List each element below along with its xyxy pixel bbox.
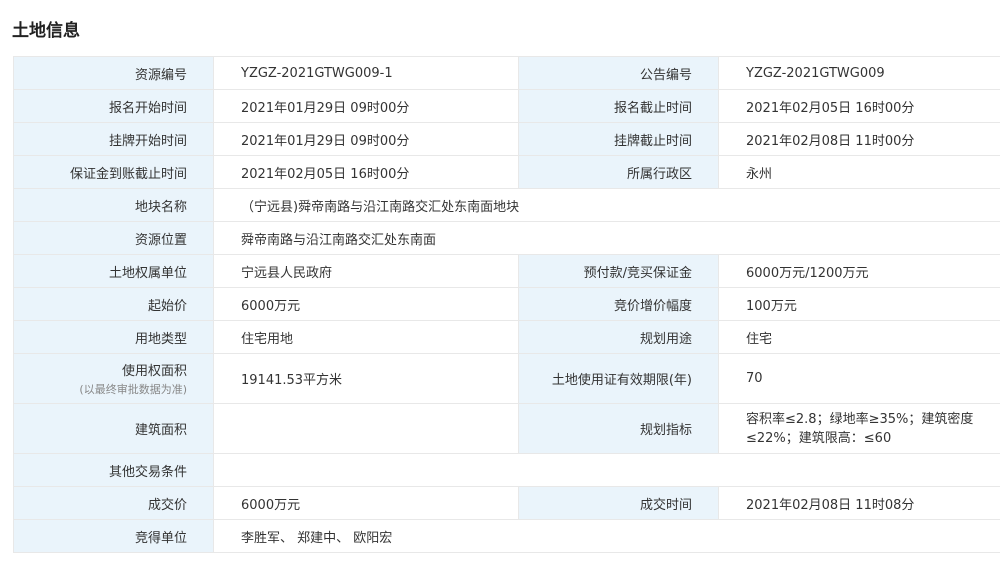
other-conditions-label: 其他交易条件 — [13, 453, 214, 487]
reg-start-value: 2021年01月29日 09时00分 — [213, 89, 519, 123]
table-row: 建筑面积 规划指标 容积率≤2.8；绿地率≥35%；建筑密度≤22%；建筑限高：… — [13, 403, 1000, 454]
deal-price-label: 成交价 — [13, 486, 214, 520]
reg-start-label: 报名开始时间 — [13, 89, 214, 123]
plot-name-label: 地块名称 — [13, 188, 214, 222]
term-label: 土地使用证有效期限(年) — [518, 353, 719, 404]
notice-no-label: 公告编号 — [518, 56, 719, 90]
district-label: 所属行政区 — [518, 155, 719, 189]
listing-start-value: 2021年01月29日 09时00分 — [213, 122, 519, 156]
winner-value: 李胜军、 郑建中、 欧阳宏 — [213, 519, 1000, 553]
start-price-label: 起始价 — [13, 287, 214, 321]
building-area-label: 建筑面积 — [13, 403, 214, 454]
deposit-value: 6000万元/1200万元 — [718, 254, 1000, 288]
owner-value: 宁远县人民政府 — [213, 254, 519, 288]
deal-time-label: 成交时间 — [518, 486, 719, 520]
deposit-label: 预付款/竞买保证金 — [518, 254, 719, 288]
table-row: 保证金到账截止时间 2021年02月05日 16时00分 所属行政区 永州 — [13, 155, 1000, 189]
deposit-deadline-label: 保证金到账截止时间 — [13, 155, 214, 189]
deal-time-value: 2021年02月08日 11时08分 — [718, 486, 1000, 520]
table-row: 挂牌开始时间 2021年01月29日 09时00分 挂牌截止时间 2021年02… — [13, 122, 1000, 156]
area-note: (以最终审批数据为准) — [79, 383, 187, 396]
reg-end-label: 报名截止时间 — [518, 89, 719, 123]
table-row: 报名开始时间 2021年01月29日 09时00分 报名截止时间 2021年02… — [13, 89, 1000, 123]
plot-name-value: （宁远县)舜帝南路与沿江南路交汇处东南面地块 — [213, 188, 1000, 222]
table-row: 地块名称 （宁远县)舜帝南路与沿江南路交汇处东南面地块 — [13, 188, 1000, 222]
resource-no-value: YZGZ-2021GTWG009-1 — [213, 56, 519, 90]
other-conditions-value — [213, 453, 1000, 487]
page-title: 土地信息 — [12, 21, 80, 41]
table-row: 竞得单位 李胜军、 郑建中、 欧阳宏 — [13, 519, 1000, 553]
notice-no-value: YZGZ-2021GTWG009 — [718, 56, 1000, 90]
planning-index-label: 规划指标 — [518, 403, 719, 454]
district-value: 永州 — [718, 155, 1000, 189]
deposit-deadline-value: 2021年02月05日 16时00分 — [213, 155, 519, 189]
deal-price-value: 6000万元 — [213, 486, 519, 520]
table-row: 资源位置 舜帝南路与沿江南路交汇处东南面 — [13, 221, 1000, 255]
listing-end-value: 2021年02月08日 11时00分 — [718, 122, 1000, 156]
term-value: 70 — [718, 353, 1000, 404]
table-row: 用地类型 住宅用地 规划用途 住宅 — [13, 320, 1000, 354]
area-value: 19141.53平方米 — [213, 353, 519, 404]
area-label: 使用权面积 — [121, 364, 187, 379]
table-row: 资源编号 YZGZ-2021GTWG009-1 公告编号 YZGZ-2021GT… — [13, 56, 1000, 90]
owner-label: 土地权属单位 — [13, 254, 214, 288]
planned-use-value: 住宅 — [718, 320, 1000, 354]
table-row: 其他交易条件 — [13, 453, 1000, 487]
resource-no-label: 资源编号 — [13, 56, 214, 90]
bid-increment-value: 100万元 — [718, 287, 1000, 321]
start-price-value: 6000万元 — [213, 287, 519, 321]
location-label: 资源位置 — [13, 221, 214, 255]
building-area-value — [213, 403, 519, 454]
listing-end-label: 挂牌截止时间 — [518, 122, 719, 156]
winner-label: 竞得单位 — [13, 519, 214, 553]
table-row: 成交价 6000万元 成交时间 2021年02月08日 11时08分 — [13, 486, 1000, 520]
table-row: 起始价 6000万元 竞价增价幅度 100万元 — [13, 287, 1000, 321]
bid-increment-label: 竞价增价幅度 — [518, 287, 719, 321]
reg-end-value: 2021年02月05日 16时00分 — [718, 89, 1000, 123]
table-row: 土地权属单位 宁远县人民政府 预付款/竞买保证金 6000万元/1200万元 — [13, 254, 1000, 288]
land-type-value: 住宅用地 — [213, 320, 519, 354]
planning-index-value: 容积率≤2.8；绿地率≥35%；建筑密度≤22%；建筑限高：≤60 — [718, 403, 1000, 454]
table-row: 使用权面积 (以最终审批数据为准) 19141.53平方米 土地使用证有效期限(… — [13, 353, 1000, 404]
location-value: 舜帝南路与沿江南路交汇处东南面 — [213, 221, 1000, 255]
area-label-cell: 使用权面积 (以最终审批数据为准) — [13, 353, 214, 404]
planned-use-label: 规划用途 — [518, 320, 719, 354]
land-info-table: 资源编号 YZGZ-2021GTWG009-1 公告编号 YZGZ-2021GT… — [13, 56, 1000, 553]
land-type-label: 用地类型 — [13, 320, 214, 354]
listing-start-label: 挂牌开始时间 — [13, 122, 214, 156]
